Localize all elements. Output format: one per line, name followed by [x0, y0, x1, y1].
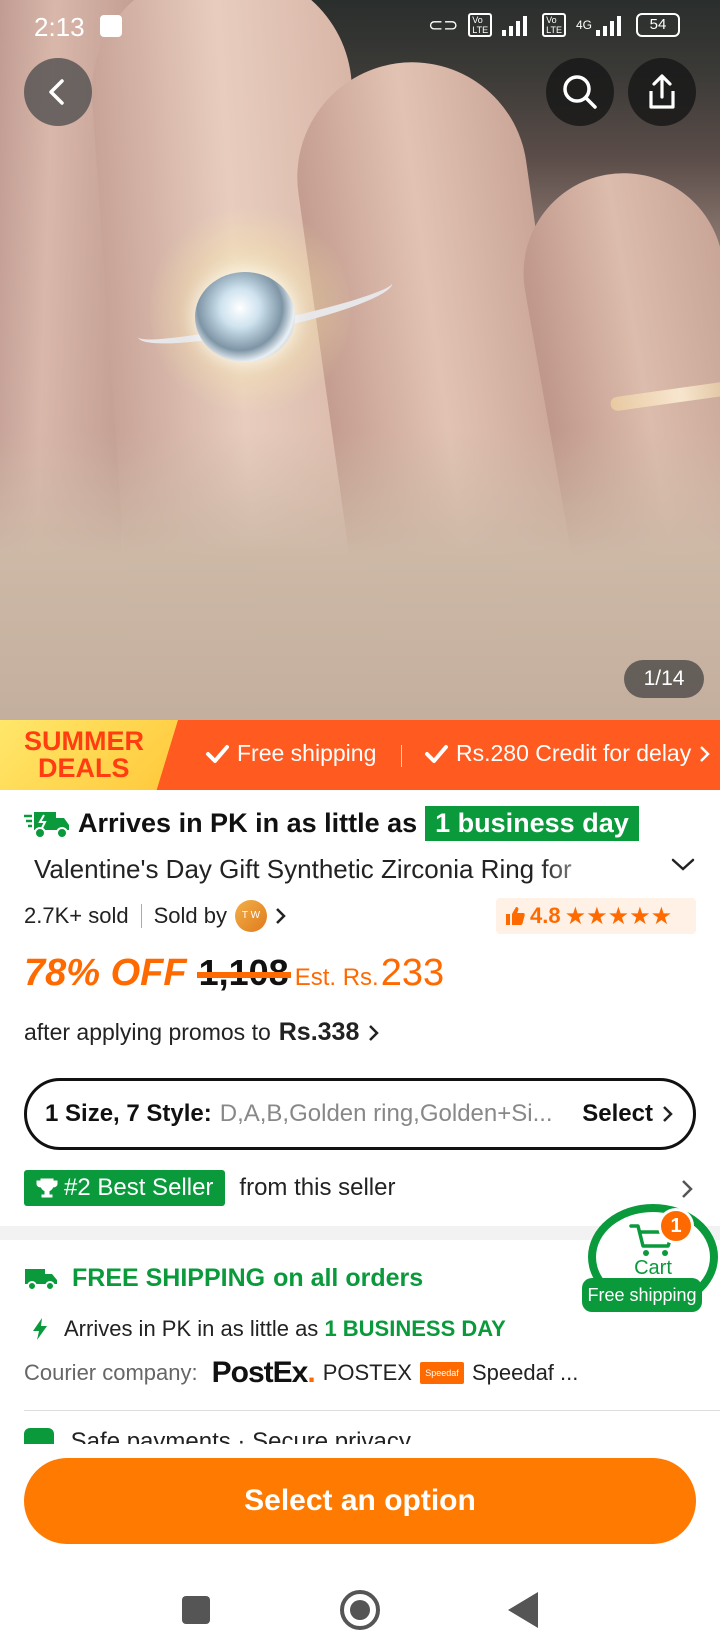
best-seller-badge: #2 Best Seller: [24, 1170, 226, 1206]
check-icon: [206, 744, 229, 763]
delivery-truck-icon: [24, 811, 69, 839]
banner-credit-delay: Rs.280 Credit for delay: [424, 740, 711, 767]
network-type: 4G: [575, 18, 592, 32]
chevron-right-icon: [663, 1106, 673, 1122]
chevron-down-icon[interactable]: [670, 856, 696, 874]
sold-by-label: Sold by: [153, 903, 227, 928]
image-counter: 1/14: [624, 660, 704, 698]
banner-item-label: Rs.280 Credit for delay: [456, 740, 692, 766]
system-back-button[interactable]: [508, 1592, 538, 1628]
search-icon: [563, 75, 597, 109]
promo-price: Rs.338: [278, 1018, 360, 1046]
rating-badge[interactable]: 4.8 ★★★★★: [496, 898, 696, 934]
signal-icon: [596, 14, 626, 36]
courier-row: Courier company: PostEx. POSTEX Speedaf …: [24, 1356, 578, 1390]
palm-shape: [0, 430, 720, 720]
notification-icon: [100, 15, 122, 37]
status-time: 2:13: [34, 12, 85, 42]
courier-name: POSTEX: [322, 1360, 412, 1385]
divider: [140, 904, 142, 928]
original-price: 1,108: [196, 952, 291, 993]
summer-deals-line2: DEALS: [38, 753, 130, 783]
free-shipping-bold: FREE SHIPPING: [72, 1264, 266, 1292]
seller-avatar[interactable]: T W: [234, 900, 267, 932]
cart-count-badge: 1: [658, 1208, 694, 1244]
battery-icon: 54: [636, 13, 680, 37]
price-row: 78% OFF 1,108 Est. Rs. 233: [24, 952, 444, 995]
star-rating-icon: ★★★★★: [564, 902, 673, 930]
ring-stone: [195, 272, 295, 362]
estimated-label: Est. Rs.: [294, 964, 379, 991]
summer-deals-line1: SUMMER: [24, 726, 144, 756]
courier-label: Courier company:: [24, 1360, 198, 1385]
status-icons: ⊂⊃ Vo LTE Vo LTE 4G 54: [428, 13, 680, 37]
rating-value: 4.8: [530, 903, 561, 928]
chevron-right-icon: [276, 908, 286, 924]
signal-icon: [502, 14, 532, 36]
courier-name: Speedaf ...: [471, 1360, 579, 1385]
product-title[interactable]: Valentine's Day Gift Synthetic Zirconia …: [34, 854, 614, 885]
option-selector[interactable]: 1 Size, 7 Style: D,A,B,Golden ring,Golde…: [24, 1078, 696, 1150]
banner-free-shipping: Free shipping: [205, 740, 376, 767]
option-values: D,A,B,Golden ring,Golden+Si...: [219, 1100, 553, 1127]
delivery-truck-icon: [25, 1268, 57, 1291]
discount-label: 78% OFF: [24, 952, 187, 994]
arrival-info: Arrives in PK in as little as 1 business…: [24, 806, 639, 841]
select-option-link[interactable]: Select: [582, 1100, 675, 1128]
trophy-icon: [36, 1178, 58, 1198]
link-icon: ⊂⊃: [428, 14, 459, 35]
promo-banner[interactable]: SUMMER DEALS Free shipping Rs.280 Credit…: [0, 720, 720, 790]
banner-item-label: Free shipping: [237, 740, 377, 766]
cart-free-shipping-label: Free shipping: [582, 1278, 702, 1312]
estimated-price: 233: [380, 952, 445, 994]
cart-label: Cart: [634, 1257, 672, 1279]
divider: [24, 1410, 720, 1411]
chevron-left-icon: [49, 79, 64, 105]
arrival-highlight: 1 business day: [425, 806, 639, 841]
best-seller-label: #2 Best Seller: [64, 1174, 214, 1201]
free-shipping-row[interactable]: FREE SHIPPING on all orders: [24, 1264, 423, 1293]
status-bar: 2:13 ⊂⊃ Vo LTE Vo LTE 4G 54: [0, 0, 720, 54]
volte-icon: Vo LTE: [468, 13, 493, 37]
volte-icon: Vo LTE: [542, 13, 566, 37]
title-fade: [540, 852, 620, 888]
select-option-button[interactable]: Select an option: [24, 1458, 696, 1544]
summer-deals-badge: SUMMER DEALS: [0, 720, 178, 790]
sold-count: 2.7K+ sold: [24, 903, 129, 928]
speedaf-logo: Speedaf: [419, 1362, 464, 1384]
product-image[interactable]: [0, 0, 720, 720]
home-button[interactable]: [340, 1590, 380, 1630]
postex-logo: PostEx.: [211, 1356, 316, 1389]
best-seller-text: from this seller: [239, 1174, 396, 1201]
promo-row[interactable]: after applying promos to Rs.338: [24, 1018, 381, 1047]
search-button[interactable]: [546, 58, 614, 126]
chevron-right-icon[interactable]: [680, 1178, 694, 1200]
back-button[interactable]: [24, 58, 92, 126]
promo-text: after applying promos to: [24, 1019, 271, 1045]
share-button[interactable]: [628, 58, 696, 126]
select-label: Select: [582, 1100, 653, 1127]
free-shipping-rest: on all orders: [273, 1264, 424, 1292]
system-navigation-bar: [0, 1570, 720, 1650]
lightning-icon: [33, 1318, 47, 1340]
option-label: 1 Size, 7 Style:: [45, 1100, 212, 1127]
arrival-text: Arrives in PK in as little as 1 BUSINESS…: [64, 1316, 506, 1341]
best-seller-row[interactable]: #2 Best Seller from this seller: [24, 1170, 395, 1206]
share-icon: [649, 74, 675, 109]
recents-button[interactable]: [182, 1596, 210, 1624]
divider: [401, 745, 402, 767]
arrival-row: Arrives in PK in as little as 1 BUSINESS…: [30, 1316, 506, 1342]
chevron-right-icon: [700, 745, 711, 762]
chevron-right-icon: [369, 1024, 380, 1041]
check-icon: [425, 744, 448, 763]
arrival-text: Arrives in PK in as little as: [78, 808, 418, 838]
sold-seller-row[interactable]: 2.7K+ sold Sold by T W: [24, 900, 289, 932]
thumbs-up-icon: [506, 907, 525, 925]
